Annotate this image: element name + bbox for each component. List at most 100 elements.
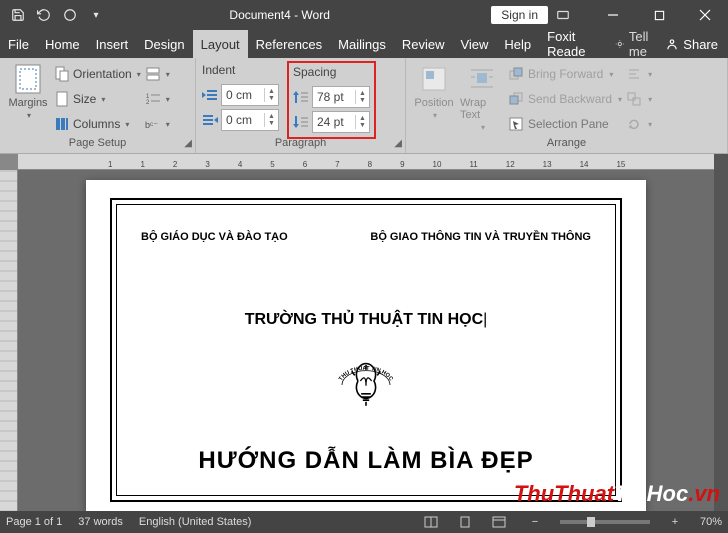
vertical-ruler[interactable] — [0, 170, 18, 511]
zoom-slider[interactable] — [560, 520, 650, 524]
title-bar: ▾ Document4 - Word Sign in — [0, 0, 728, 30]
status-bar: Page 1 of 1 37 words English (United Sta… — [0, 511, 728, 533]
rotate-icon — [626, 116, 642, 132]
indent-left-input[interactable]: 0 cm ▲▼ — [221, 84, 279, 106]
group-label-arrange: Arrange — [406, 137, 727, 153]
ruler-corner[interactable] — [0, 154, 18, 170]
indent-right-icon — [202, 113, 218, 127]
minimize-button[interactable] — [590, 0, 636, 30]
position-button[interactable]: Position▾ — [412, 63, 456, 137]
group-icon — [626, 91, 642, 107]
doc-logo: THU THUAT TIN HOC — [141, 349, 591, 429]
tab-home[interactable]: Home — [37, 30, 88, 58]
wrap-text-button[interactable]: Wrap Text▾ — [460, 63, 504, 137]
dialog-launcher-icon[interactable]: ◢ — [184, 138, 192, 149]
group-label-page-setup: Page Setup ◢ — [0, 137, 195, 153]
tab-foxit[interactable]: Foxit Reade — [539, 30, 615, 58]
spacing-before-input[interactable]: 78 pt ▲▼ — [312, 86, 370, 108]
position-label: Position — [414, 97, 453, 109]
hyphenation-button[interactable]: bᶜ⁻▾ — [145, 113, 170, 135]
share-button[interactable]: Share — [665, 37, 718, 52]
tell-me[interactable]: Tell me — [615, 29, 657, 59]
doc-ministry-right: BỘ GIAO THÔNG TIN VÀ TRUYỀN THÔNG — [370, 231, 591, 243]
selection-pane-label: Selection Pane — [528, 117, 609, 131]
status-page[interactable]: Page 1 of 1 — [6, 516, 62, 528]
status-lang[interactable]: English (United States) — [139, 516, 252, 528]
indent-right-input[interactable]: 0 cm ▲▼ — [221, 109, 279, 131]
work-area: 1123456789101112131415 BỘ GIÁO DỤC VÀ ĐÀ… — [0, 154, 728, 511]
spacing-before-value: 78 pt — [313, 90, 355, 104]
send-backward-label: Send Backward — [528, 92, 612, 106]
status-words[interactable]: 37 words — [78, 516, 123, 528]
vertical-scrollbar[interactable] — [714, 154, 728, 511]
spinner-down-icon: ▼ — [265, 95, 278, 102]
bring-forward-icon — [508, 66, 524, 82]
save-icon[interactable] — [6, 3, 30, 27]
doc-header-line: BỘ GIÁO DỤC VÀ ĐÀO TẠO BỘ GIAO THÔNG TIN… — [141, 231, 591, 243]
spacing-before-icon — [293, 90, 309, 104]
document-title: Document4 - Word — [108, 8, 491, 22]
align-button[interactable]: ▾ — [626, 63, 652, 85]
tab-file[interactable]: File — [0, 30, 37, 58]
signin-button[interactable]: Sign in — [491, 6, 548, 24]
size-label: Size — [73, 92, 96, 106]
wrap-text-label: Wrap Text — [460, 97, 504, 121]
watermark: ThuThuatTinHoc.vn — [514, 481, 720, 507]
doc-school: TRƯỜNG THỦ THUẬT TIN HỌC| — [141, 311, 591, 329]
tab-view[interactable]: View — [452, 30, 496, 58]
rotate-button[interactable]: ▾ — [626, 113, 652, 135]
tab-design[interactable]: Design — [136, 30, 192, 58]
bring-forward-button[interactable]: Bring Forward▾ — [508, 63, 622, 85]
document-viewport[interactable]: BỘ GIÁO DỤC VÀ ĐÀO TẠO BỘ GIAO THÔNG TIN… — [18, 170, 714, 511]
columns-label: Columns — [73, 117, 120, 131]
group-objects-button[interactable]: ▾ — [626, 88, 652, 110]
tab-layout[interactable]: Layout — [193, 30, 248, 58]
ribbon: Margins ▾ Orientation▾ Size▾ Columns▾ ▾ — [0, 58, 728, 154]
line-numbers-button[interactable]: 12▾ — [145, 88, 170, 110]
send-backward-button[interactable]: Send Backward▾ — [508, 88, 622, 110]
position-icon — [418, 63, 450, 95]
group-label-paragraph: Paragraph ◢ — [196, 137, 405, 153]
indent-heading: Indent — [202, 63, 279, 77]
columns-button[interactable]: Columns▾ — [54, 113, 141, 135]
breaks-button[interactable]: ▾ — [145, 63, 170, 85]
print-layout-icon[interactable] — [458, 516, 476, 528]
tab-references[interactable]: References — [248, 30, 330, 58]
margins-icon — [12, 63, 44, 95]
ribbon-display-options-icon[interactable] — [556, 8, 590, 22]
redo-icon[interactable] — [58, 3, 82, 27]
chevron-down-icon: ▾ — [27, 111, 31, 120]
maximize-button[interactable] — [636, 0, 682, 30]
qat-customize-icon[interactable]: ▾ — [84, 3, 108, 27]
zoom-in-icon[interactable]: + — [666, 516, 684, 528]
document-page[interactable]: BỘ GIÁO DỤC VÀ ĐÀO TẠO BỘ GIAO THÔNG TIN… — [86, 180, 646, 511]
undo-icon[interactable] — [32, 3, 56, 27]
dialog-launcher-icon[interactable]: ◢ — [394, 138, 402, 149]
tell-me-label: Tell me — [629, 29, 657, 59]
horizontal-ruler[interactable]: 1123456789101112131415 — [18, 154, 714, 170]
wrap-text-icon — [466, 63, 498, 95]
orientation-button[interactable]: Orientation▾ — [54, 63, 141, 85]
size-button[interactable]: Size▾ — [54, 88, 141, 110]
zoom-out-icon[interactable]: − — [526, 516, 544, 528]
tab-mailings[interactable]: Mailings — [330, 30, 394, 58]
close-button[interactable] — [682, 0, 728, 30]
tab-review[interactable]: Review — [394, 30, 453, 58]
indent-right-value: 0 cm — [222, 113, 264, 127]
tab-help[interactable]: Help — [496, 30, 539, 58]
spacing-after-input[interactable]: 24 pt ▲▼ — [312, 111, 370, 133]
quick-access-toolbar: ▾ — [0, 3, 108, 27]
bring-forward-label: Bring Forward — [528, 67, 603, 81]
web-layout-icon[interactable] — [492, 516, 510, 528]
group-paragraph: Indent 0 cm ▲▼ 0 cm ▲▼ — [196, 58, 406, 153]
doc-ministry-left: BỘ GIÁO DỤC VÀ ĐÀO TẠO — [141, 231, 288, 243]
zoom-level[interactable]: 70% — [700, 516, 722, 528]
share-label: Share — [683, 37, 718, 52]
indent-left-icon — [202, 88, 218, 102]
margins-button[interactable]: Margins ▾ — [6, 63, 50, 137]
selection-pane-button[interactable]: Selection Pane — [508, 113, 622, 135]
doc-main-title: HƯỚNG DẪN LÀM BÌA ĐẸP — [141, 447, 591, 475]
indent-left-value: 0 cm — [222, 88, 264, 102]
tab-insert[interactable]: Insert — [88, 30, 137, 58]
read-mode-icon[interactable] — [424, 516, 442, 528]
